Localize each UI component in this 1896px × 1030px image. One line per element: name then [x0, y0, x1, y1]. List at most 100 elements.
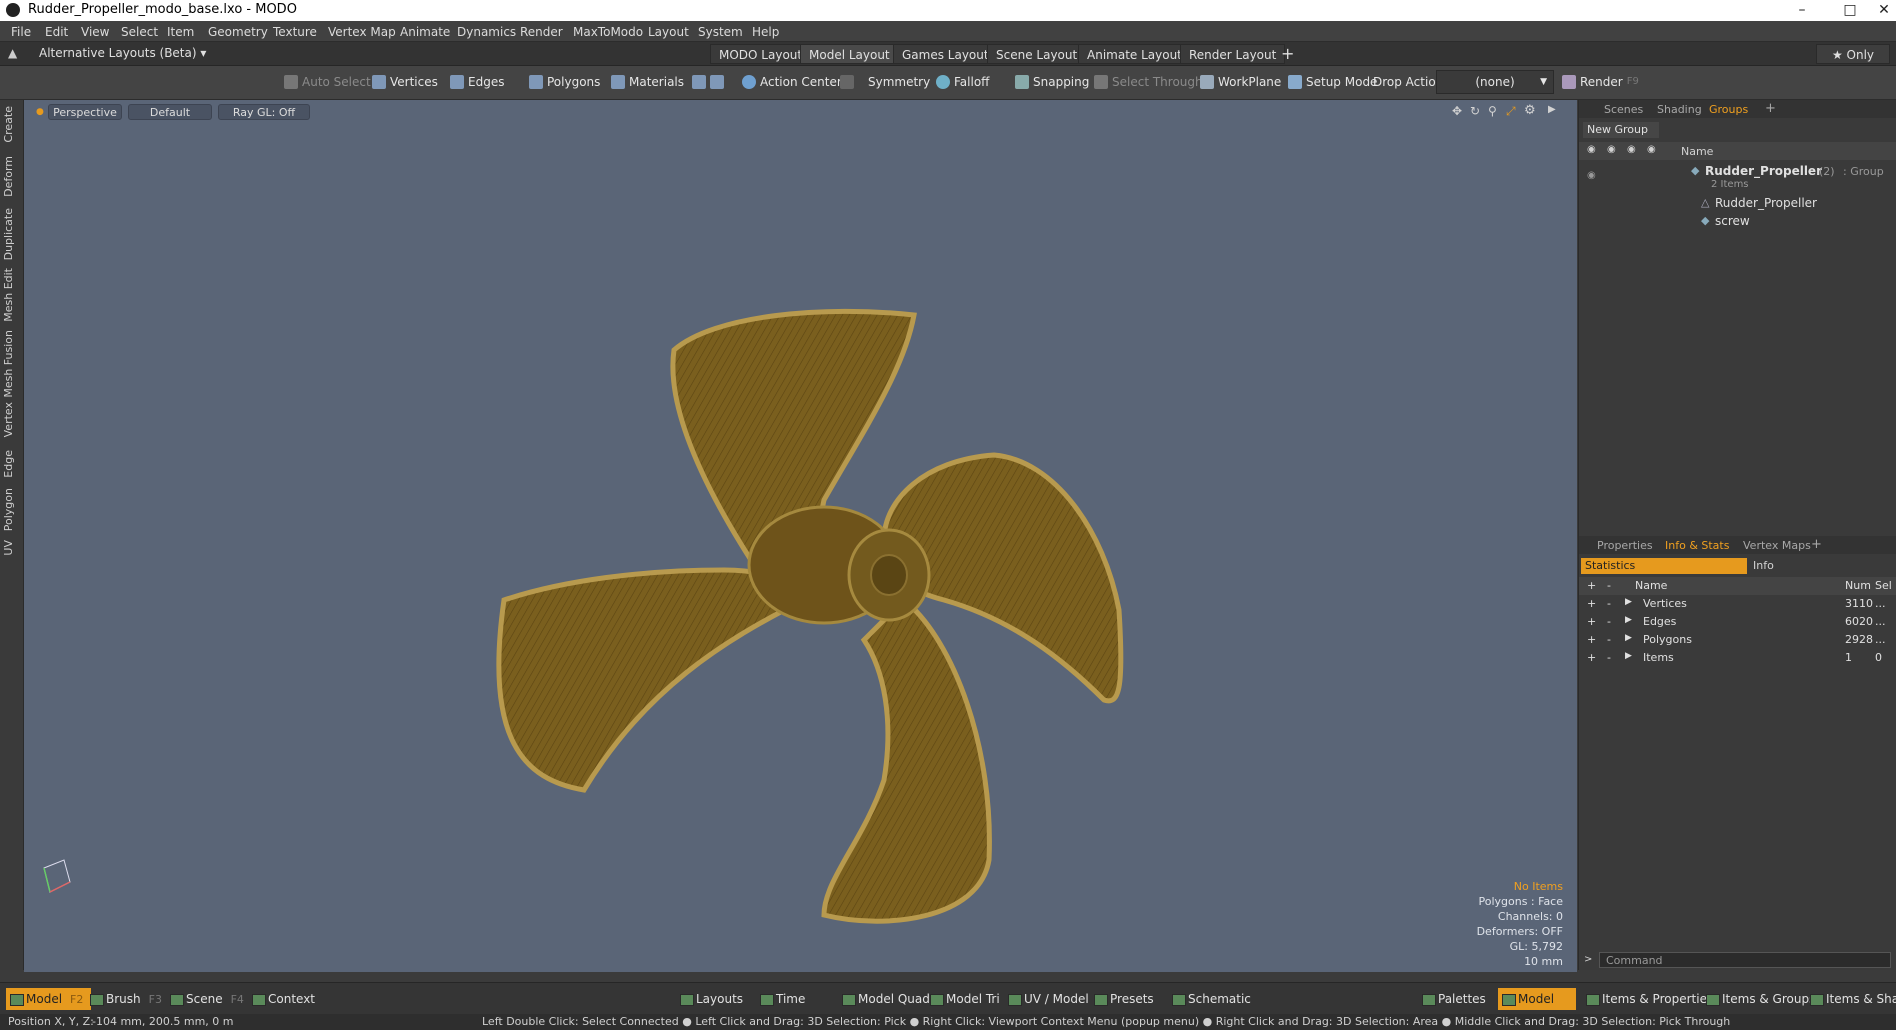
menu-dynamics[interactable]: Dynamics [457, 25, 516, 39]
model-tri-button[interactable]: Model Tri [926, 988, 1000, 1010]
layouts-button[interactable]: Layouts [676, 988, 743, 1010]
menu-system[interactable]: System [698, 25, 743, 39]
tab-duplicate[interactable]: Duplicate [2, 208, 22, 260]
command-expand-icon[interactable]: > [1584, 954, 1592, 965]
remove-icon[interactable]: - [1607, 597, 1611, 610]
menu-help[interactable]: Help [752, 25, 779, 39]
falloff-button[interactable]: Falloff [936, 70, 989, 94]
vertices-button[interactable]: Vertices [372, 70, 438, 94]
info-tab[interactable]: Info [1753, 558, 1774, 574]
minimize-button[interactable]: – [1780, 0, 1824, 21]
group-child-screw[interactable]: ◆ screw [1579, 214, 1896, 230]
menu-animate[interactable]: Animate [400, 25, 450, 39]
expand-all-icon[interactable]: + [1587, 579, 1596, 592]
workplane-button[interactable]: WorkPlane [1200, 70, 1281, 94]
add-icon[interactable]: + [1587, 633, 1596, 646]
tab-games-layout[interactable]: Games Layout [893, 44, 998, 64]
menu-geometry[interactable]: Geometry [208, 25, 268, 39]
stats-row-polygons[interactable]: + - ▶ Polygons 2928 ... [1579, 631, 1896, 649]
select-toggle-icon[interactable]: ◉ [1647, 144, 1656, 155]
tab-edge[interactable]: Edge [2, 450, 22, 478]
expand-arrow-icon[interactable]: ▶ [1625, 615, 1632, 625]
visibility-icon[interactable]: ◉ [1587, 144, 1596, 155]
tab-mesh-edit[interactable]: Mesh Edit [2, 268, 22, 322]
3d-viewport[interactable]: ● Perspective Default Ray GL: Off ✥ ↻ ⚲ … [24, 100, 1577, 972]
menu-file[interactable]: File [11, 25, 31, 39]
stats-row-vertices[interactable]: + - ▶ Vertices 3110 ... [1579, 595, 1896, 613]
render-toggle-icon[interactable]: ◉ [1607, 144, 1616, 155]
group-child-mesh[interactable]: △ Rudder_Propeller [1579, 196, 1896, 212]
alternative-layouts-dropdown[interactable]: Alternative Layouts (Beta) ▾ [39, 46, 206, 60]
schematic-button[interactable]: Schematic [1168, 988, 1251, 1010]
brush-mode-button[interactable]: Brush F3 [86, 988, 162, 1010]
model-quad-button[interactable]: Model Quad [838, 988, 930, 1010]
menu-texture[interactable]: Texture [273, 25, 317, 39]
add-layout-button[interactable]: + [1281, 44, 1294, 63]
command-input[interactable]: Command [1599, 952, 1891, 968]
snapping-button[interactable]: Snapping [1015, 70, 1089, 94]
tab-model-layout[interactable]: Model Layout [800, 44, 899, 64]
items-properties-button[interactable]: Items & Properties [1582, 988, 1713, 1010]
action-center-button[interactable]: Action Center [742, 70, 842, 94]
menu-edit[interactable]: Edit [45, 25, 68, 39]
tab-vertex-maps[interactable]: Vertex Maps [1743, 539, 1811, 552]
polygons-button[interactable]: Polygons [529, 70, 600, 94]
expand-arrow-icon[interactable]: ▶ [1625, 651, 1632, 661]
uv-model-button[interactable]: UV / Model [1004, 988, 1089, 1010]
collapse-all-icon[interactable]: - [1607, 579, 1611, 592]
expand-arrow-icon[interactable]: ▶ [1625, 633, 1632, 643]
menu-vertex-map[interactable]: Vertex Map [328, 25, 396, 39]
tab-create[interactable]: Create [2, 106, 22, 143]
layout-up-icon[interactable]: ▲ [8, 46, 17, 60]
setup-mode-button[interactable]: Setup Mode [1288, 70, 1377, 94]
symmetry-button[interactable]: Symmetry [840, 70, 930, 94]
select-through-button[interactable]: Select Through [1094, 70, 1203, 94]
tab-polygon[interactable]: Polygon [2, 488, 22, 531]
tab-properties[interactable]: Properties [1597, 539, 1653, 552]
items-groups-button[interactable]: Items & Groups [1702, 988, 1815, 1010]
add-tab-button[interactable]: + [1765, 101, 1776, 116]
tab-animate-layout[interactable]: Animate Layout [1078, 44, 1191, 64]
scene-mode-button[interactable]: Scene F4 [166, 988, 244, 1010]
context-button[interactable]: Context [248, 988, 315, 1010]
tab-shading[interactable]: Shading [1657, 103, 1702, 116]
tab-mesh-fusion[interactable]: Mesh Fusion [2, 330, 22, 398]
menu-layout[interactable]: Layout [648, 25, 689, 39]
tab-uv[interactable]: UV [2, 540, 22, 556]
menu-select[interactable]: Select [121, 25, 158, 39]
remove-icon[interactable]: - [1607, 615, 1611, 628]
add-icon[interactable]: + [1587, 597, 1596, 610]
tab-deform[interactable]: Deform [2, 156, 22, 197]
menu-render[interactable]: Render [520, 25, 563, 39]
stats-row-edges[interactable]: + - ▶ Edges 6020 ... [1579, 613, 1896, 631]
expand-arrow-icon[interactable]: ▶ [1625, 597, 1632, 607]
lock-icon[interactable]: ◉ [1627, 144, 1636, 155]
tab-scene-layout[interactable]: Scene Layout [987, 44, 1087, 64]
tab-groups[interactable]: Groups [1709, 103, 1748, 116]
render-button[interactable]: Render F9 [1562, 70, 1639, 94]
items-shading-button[interactable]: Items & Shadi [1806, 988, 1896, 1010]
presets-button[interactable]: Presets [1090, 988, 1154, 1010]
edges-button[interactable]: Edges [450, 70, 504, 94]
add-icon[interactable]: + [1587, 615, 1596, 628]
drop-action-select[interactable]: (none) ▼ [1436, 70, 1554, 94]
tab-vertex[interactable]: Vertex [2, 402, 22, 437]
close-button[interactable]: ✕ [1872, 0, 1896, 21]
menu-maxtomodo[interactable]: MaxToModo [573, 25, 643, 39]
materials-button[interactable]: Materials [611, 70, 684, 94]
stats-row-items[interactable]: + - ▶ Items 1 0 [1579, 649, 1896, 667]
group-row[interactable]: ◉ ◆ Rudder_Propeller (2) : Group 2 Items [1579, 164, 1896, 194]
tab-info-stats[interactable]: Info & Stats [1665, 539, 1729, 552]
auto-select-button[interactable]: Auto Select [284, 70, 371, 94]
tab-scenes[interactable]: Scenes [1604, 103, 1643, 116]
add-tab-button[interactable]: + [1811, 537, 1822, 552]
model-mode-button[interactable]: Model F2 [6, 988, 92, 1010]
maximize-button[interactable]: □ [1828, 0, 1872, 21]
palettes-button[interactable]: Palettes [1418, 988, 1486, 1010]
statistics-tab[interactable]: Statistics [1581, 558, 1747, 574]
group-visibility-icon[interactable]: ◉ [1587, 170, 1596, 181]
only-button[interactable]: ★ Only [1816, 44, 1890, 64]
add-icon[interactable]: + [1587, 651, 1596, 664]
menu-view[interactable]: View [81, 25, 109, 39]
tab-modo-layout[interactable]: MODO Layout [710, 44, 812, 64]
